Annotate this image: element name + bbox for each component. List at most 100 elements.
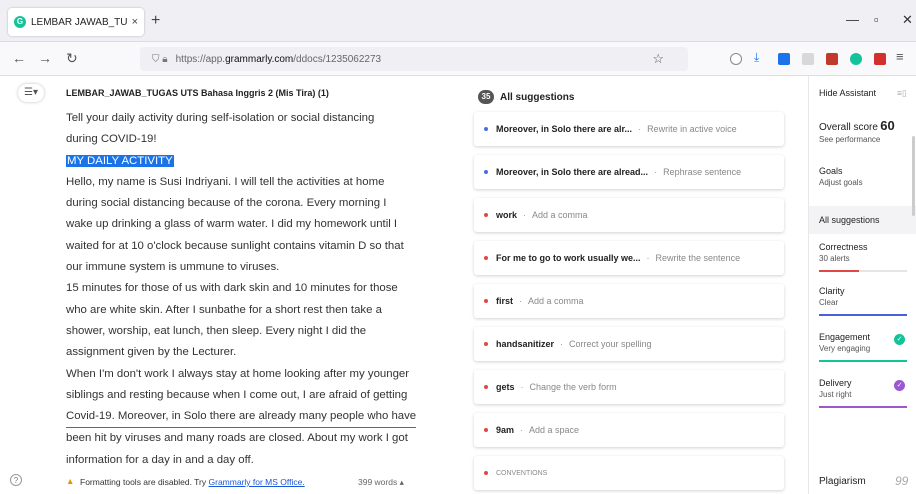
category-dot-icon [484,471,488,475]
forward-icon[interactable]: → [38,50,52,66]
download-icon[interactable]: ⤓ [754,50,766,64]
separator: · [560,339,564,349]
separator: · [523,210,527,220]
suggestion-action: Change the verb form [529,382,617,392]
extension-icon[interactable] [778,53,790,65]
suggestion-card[interactable]: first · Add a comma [474,284,784,318]
selected-heading: MY DAILY ACTIVITY [66,154,174,167]
reload-icon[interactable]: ↻ [66,50,78,67]
url-path: /ddocs/1235062273 [293,53,382,65]
new-tab-button[interactable]: + [151,12,160,30]
suggestion-card[interactable]: handsanitizer · Correct your spelling [474,327,784,361]
browser-tab[interactable]: G LEMBAR JAWAB_TUGAS UTS Ba × [8,8,144,36]
overall-score[interactable]: Overall score 60 See performance [819,118,909,144]
suggestion-text: work [496,210,518,220]
assistant-sidebar: Hide Assistant ≡▯ Overall score 60 See p… [808,76,916,494]
engagement-bar [819,360,907,362]
suggestion-text: handsanitizer [496,339,555,349]
mail-icon[interactable] [826,53,838,65]
suggestion-card[interactable]: work · Add a comma [474,198,784,232]
plagiarism-button[interactable]: Plagiarism 99 [819,474,909,488]
address-bar[interactable]: ⛉ 🔒︎ https://app. grammarly.com/ddocs/123… [140,47,688,71]
maximize-icon[interactable]: ▫ [874,12,879,27]
goals-section[interactable]: Goals Adjust goals [819,166,909,187]
pocket-icon[interactable] [730,53,742,65]
delivery-category[interactable]: Delivery Just right ✓ [819,378,909,408]
delivery-bar [819,406,907,408]
notice-text: Formatting tools are disabled. Try [80,477,209,487]
ms-office-link[interactable]: Grammarly for MS Office. [209,477,305,487]
category-dot-icon [484,213,488,217]
suggestion-text: gets [496,382,515,392]
category-dot-icon [484,385,488,389]
text-line: assignment given by the Lecturer. [66,346,237,359]
tab-close-icon[interactable]: × [132,16,138,28]
clarity-bar [819,314,907,316]
separator: · [520,382,524,392]
separator: · [638,124,642,134]
correctness-bar [819,270,859,272]
text-line: 15 minutes for those of us with dark ski… [66,282,398,295]
suggestion-card[interactable]: Moreover, in Solo there are alread... · Re… [474,155,784,189]
bookmark-star-icon[interactable]: ☆ [652,51,664,67]
grammarly-app: ☰▾ LEMBAR_JAWAB_TUGAS UTS Bahasa Inggris… [0,76,916,494]
separator: · [519,296,523,306]
clarity-category[interactable]: Clarity Clear [819,286,909,316]
category-dot-icon [484,127,488,131]
text-line: shower, worship, eat lunch, then sleep. … [66,324,367,337]
browser-tab-bar: G LEMBAR JAWAB_TUGAS UTS Ba × + — ▫ ✕ [0,0,916,42]
suggestion-text: 9am [496,425,515,435]
text-line: been hit by viruses and many roads are c… [66,432,408,445]
score-value: 60 [880,118,895,133]
document-title: LEMBAR_JAWAB_TUGAS UTS Bahasa Inggris 2 … [66,88,329,98]
text-line: wake up drinking a glass of warm water. … [66,218,398,231]
suggestion-action: Rewrite in active voice [647,124,737,134]
tab-title: LEMBAR JAWAB_TUGAS UTS Ba [31,16,128,28]
text-line: waited for at 10 o'clock because sunligh… [66,239,404,252]
correctness-category[interactable]: Correctness 30 alerts [819,242,909,272]
pdf-icon[interactable] [874,53,886,65]
grammarly-icon: G [14,16,26,28]
text-line: Hello, my name is Susi Indriyani. I will… [66,175,385,188]
separator: · [520,425,524,435]
suggestion-action: Add a comma [532,210,588,220]
check-icon: ✓ [894,380,905,391]
engagement-category[interactable]: Engagement Very engaging ✓ [819,332,909,362]
suggestion-card[interactable]: CONVENTIONS [474,456,784,490]
suggestion-text: first [496,296,514,306]
suggestion-card[interactable]: For me to go to work usually we... · Rewri… [474,241,784,275]
see-performance-link[interactable]: See performance [819,135,909,144]
text-line: our immune system is ummune to viruses. [66,261,280,274]
browser-nav-bar: ← → ↻ ⛉ 🔒︎ https://app. grammarly.com/ddo… [0,42,916,76]
text-line: information for a day in and a day off. [66,453,254,466]
category-dot-icon [484,428,488,432]
reader-icon[interactable] [802,53,814,65]
url-prefix: https://app. [175,53,226,65]
suggestion-card[interactable]: Moreover, in Solo there are alr... · Rewri… [474,112,784,146]
text-line: siblings and resting because when I come… [66,388,408,401]
suggestion-card[interactable]: 9am · Add a space [474,413,784,447]
text-editor[interactable]: Tell your daily activity during self-iso… [66,108,446,471]
shield-icon: ⛉ 🔒︎ [152,53,168,65]
text-line: who are white skin. After I sunbathe for… [66,303,382,316]
hide-assistant-button[interactable]: Hide Assistant ≡▯ [819,88,909,98]
suggestion-text: Moreover, in Solo there are alread... [496,167,649,177]
help-icon[interactable]: ? [10,474,22,486]
minimize-icon[interactable]: — [846,12,859,27]
suggestions-panel: 35 All suggestions Moreover, in Solo the… [474,76,784,494]
grammarly-ext-icon[interactable] [850,53,862,65]
word-count[interactable]: 399 words ▴ [358,477,404,488]
close-window-icon[interactable]: ✕ [902,12,913,28]
back-icon[interactable]: ← [12,50,26,66]
text-line: during COVID-19! [66,133,157,146]
all-suggestions-tab[interactable]: All suggestions [809,206,916,234]
scrollbar[interactable] [912,136,915,216]
suggestion-card[interactable]: gets · Change the verb form [474,370,784,404]
category-dot-icon [484,299,488,303]
suggestion-text: Moreover, in Solo there are alr... [496,124,633,134]
suggestion-action: Add a comma [528,296,584,306]
plagiarism-icon: 99 [895,474,909,488]
hamburger-menu-button[interactable]: ☰▾ [18,84,44,102]
menu-icon[interactable]: ≡ [896,49,908,64]
collapse-icon: ≡▯ [897,88,907,98]
